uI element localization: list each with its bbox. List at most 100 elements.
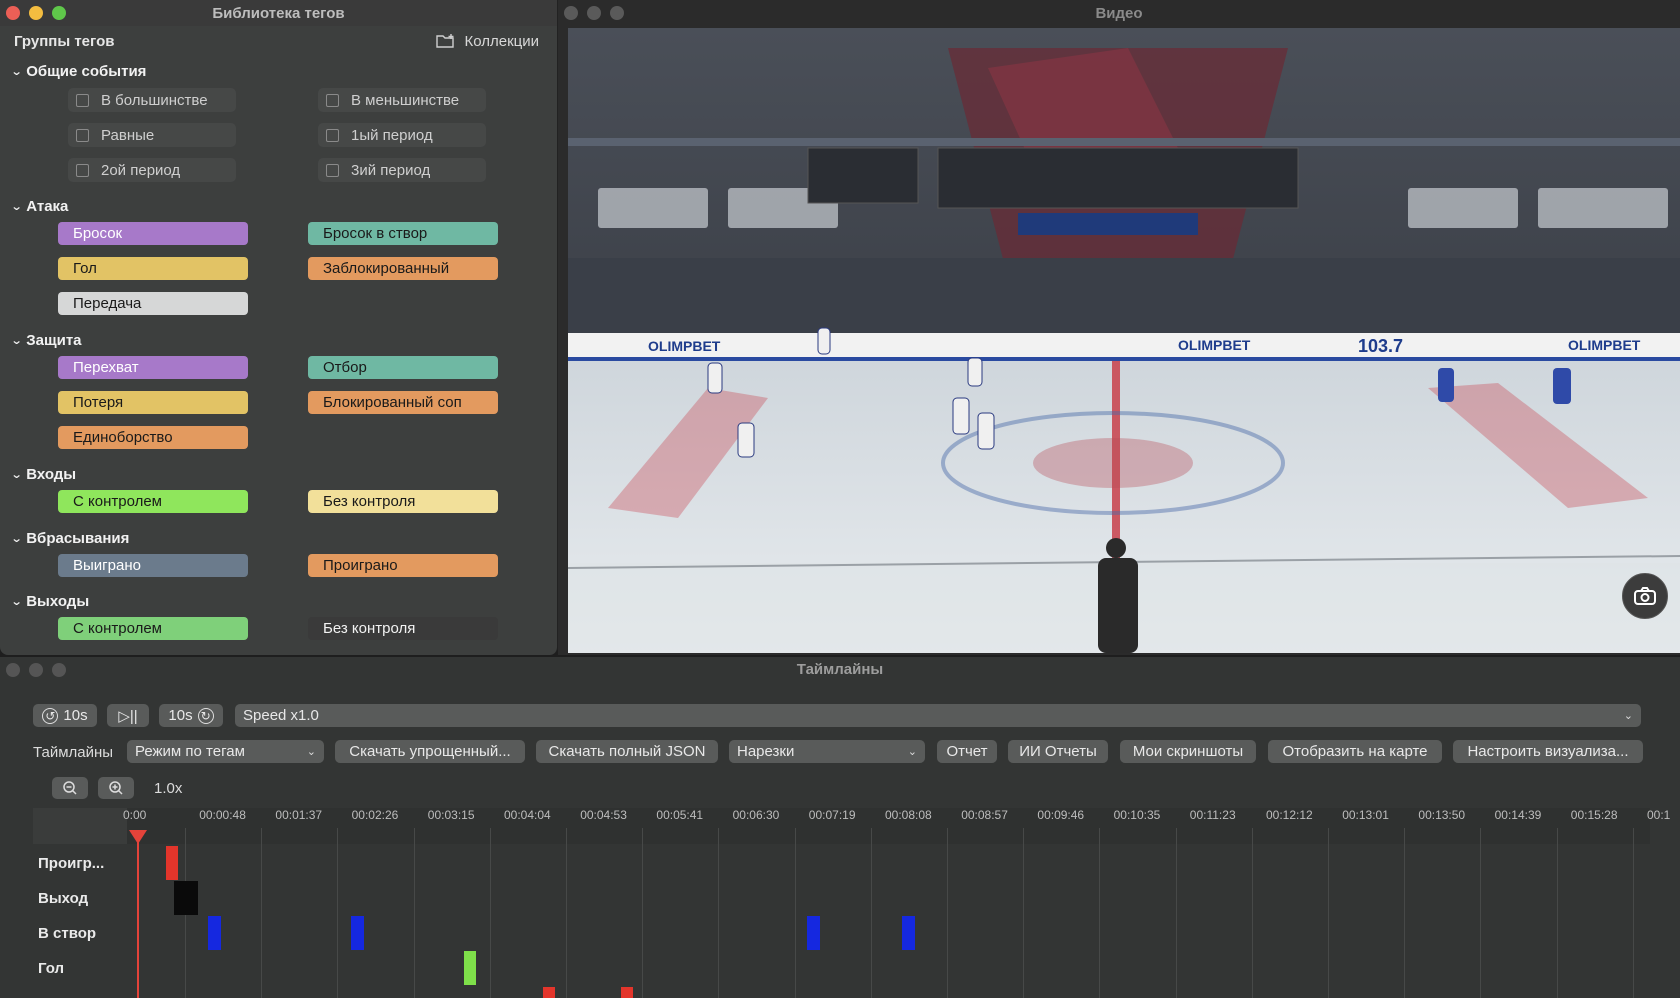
video-frame[interactable]: OLIMPBET OLIMPBET OLIMPBET 103.7 [568, 28, 1680, 653]
tag-exit-controlled[interactable]: С контролем [58, 617, 248, 640]
ruler-gridline [642, 828, 644, 998]
mode-select[interactable]: Режим по тегам ⌄ [127, 740, 324, 763]
ruler-tick-label: 00:13:01 [1342, 808, 1389, 822]
section-faceoffs[interactable]: ⌄ Вбрасывания [11, 530, 130, 547]
ruler-tick-label: 00:00:48 [199, 808, 246, 822]
collections-button[interactable]: Коллекции [436, 33, 539, 50]
tag-blocked-opponent[interactable]: Блокированный соп [308, 391, 498, 414]
event-marker[interactable] [621, 987, 633, 998]
ruler-gridline [337, 828, 339, 998]
track-label-exit: Выход [38, 890, 89, 907]
download-full-json-button[interactable]: Скачать полный JSON [536, 740, 718, 763]
checkbox-period-3[interactable]: 3ий период [318, 158, 486, 182]
section-title: Входы [26, 466, 77, 483]
ruler-gridline [413, 828, 415, 998]
ruler-gridline [489, 828, 491, 998]
chevron-down-icon: ⌄ [10, 201, 23, 213]
my-screenshots-button[interactable]: Мои скриншоты [1120, 740, 1256, 763]
tag-interception[interactable]: Перехват [58, 356, 248, 379]
tag-duel[interactable]: Единоборство [58, 426, 248, 449]
ruler-gridline [1175, 828, 1177, 998]
checkbox-label: В меньшинстве [351, 91, 460, 109]
screenshot-button[interactable] [1622, 573, 1668, 619]
report-button[interactable]: Отчет [937, 740, 997, 763]
timelines-window: Таймлайны ↺ 10s ▷|| 10s ↻ Speed x1.0 ⌄ Т… [0, 657, 1680, 998]
section-entries[interactable]: ⌄ Входы [11, 466, 77, 483]
ruler-tick-label: 00:1 [1647, 808, 1671, 822]
event-marker[interactable] [174, 881, 198, 915]
event-marker[interactable] [902, 916, 915, 950]
tag-entry-controlled[interactable]: С контролем [58, 490, 248, 513]
timeline-area[interactable]: 0:00 00:00:48 00:01:37 00:02:26 00:03:15 00:0… [33, 808, 1670, 998]
download-simplified-button[interactable]: Скачать упрощенный... [335, 740, 525, 763]
section-attack[interactable]: ⌄ Атака [10, 198, 69, 215]
section-exits[interactable]: ⌄ Выходы [11, 593, 90, 610]
ai-reports-button[interactable]: ИИ Отчеты [1008, 740, 1108, 763]
tag-faceoff-lost[interactable]: Проиграно [308, 554, 498, 577]
event-marker[interactable] [166, 846, 178, 880]
tag-takeaway[interactable]: Отбор [308, 356, 498, 379]
forward-10s-button[interactable]: 10s ↻ [159, 704, 223, 727]
track-label-on-goal: В створ [38, 925, 97, 942]
ruler-tick-label: 00:11:23 [1189, 808, 1236, 822]
zoom-in-button[interactable] [98, 777, 134, 799]
checkbox-icon [326, 163, 339, 177]
checkbox-even[interactable]: Равные [68, 123, 236, 147]
radio-ad: 103.7 [1358, 336, 1403, 356]
zoom-window-button[interactable] [52, 663, 66, 677]
checkbox-icon [326, 128, 339, 142]
ruler-tick-label: 00:07:19 [808, 808, 856, 822]
zoom-window-button[interactable] [52, 6, 66, 20]
ruler-tick-label: 00:08:08 [885, 808, 932, 822]
tag-entry-uncontrolled[interactable]: Без контроля [308, 490, 498, 513]
cuts-select[interactable]: Нарезки ⌄ [729, 740, 925, 763]
tag-library-header: Группы тегов Коллекции [14, 30, 539, 52]
chevron-down-icon: ⌄ [907, 746, 917, 758]
tag-blocked[interactable]: Заблокированный [308, 257, 498, 280]
tag-faceoff-won[interactable]: Выиграно [58, 554, 248, 577]
zoom-out-icon [63, 781, 77, 795]
checkbox-icon [76, 163, 89, 177]
checkbox-minority[interactable]: В меньшинстве [318, 88, 486, 112]
forward-label: 10s [168, 707, 193, 724]
tag-pass[interactable]: Передача [58, 292, 248, 315]
rewind-10s-button[interactable]: ↺ 10s [33, 704, 97, 727]
close-window-button[interactable] [6, 663, 20, 677]
event-marker[interactable] [807, 916, 820, 950]
hockey-rink-scene: OLIMPBET OLIMPBET OLIMPBET 103.7 [568, 28, 1680, 653]
checkbox-majority[interactable]: В большинстве [68, 88, 236, 112]
video-window: Видео OLIMPBET OLIMPBET OLIMPBET 103.7 [558, 0, 1680, 655]
section-general-events[interactable]: ⌄ Общие события [11, 63, 147, 80]
zoom-window-button[interactable] [610, 6, 624, 20]
tag-exit-uncontrolled[interactable]: Без контроля [308, 617, 498, 640]
event-marker[interactable] [351, 916, 364, 950]
section-title: Выходы [26, 593, 90, 610]
checkbox-period-1[interactable]: 1ый период [318, 123, 486, 147]
checkbox-icon [76, 128, 89, 142]
ruler-gridline [261, 828, 263, 998]
tag-shot[interactable]: Бросок [58, 222, 248, 245]
configure-visualization-button[interactable]: Настроить визуализа... [1453, 740, 1643, 763]
minimize-window-button[interactable] [29, 6, 43, 20]
ruler-corner [33, 808, 127, 844]
tag-turnover[interactable]: Потеря [58, 391, 248, 414]
section-title: Защита [26, 332, 82, 349]
show-on-map-button[interactable]: Отобразить на карте [1268, 740, 1442, 763]
speed-select[interactable]: Speed x1.0 ⌄ [235, 704, 1641, 727]
minimize-window-button[interactable] [587, 6, 601, 20]
close-window-button[interactable] [564, 6, 578, 20]
checkbox-period-2[interactable]: 2ой период [68, 158, 236, 182]
ruler-tick-label: 00:15:28 [1570, 808, 1618, 822]
event-marker[interactable] [208, 916, 221, 950]
section-title: Общие события [26, 63, 147, 80]
tag-goal[interactable]: Гол [58, 257, 248, 280]
section-defense[interactable]: ⌄ Защита [11, 332, 82, 349]
board-ad-1: OLIMPBET [648, 338, 721, 354]
event-marker[interactable] [464, 951, 476, 985]
tag-shot-on-goal[interactable]: Бросок в створ [308, 222, 498, 245]
minimize-window-button[interactable] [29, 663, 43, 677]
event-marker[interactable] [543, 987, 555, 998]
zoom-out-button[interactable] [52, 777, 88, 799]
close-window-button[interactable] [6, 6, 20, 20]
play-pause-button[interactable]: ▷|| [107, 704, 149, 727]
